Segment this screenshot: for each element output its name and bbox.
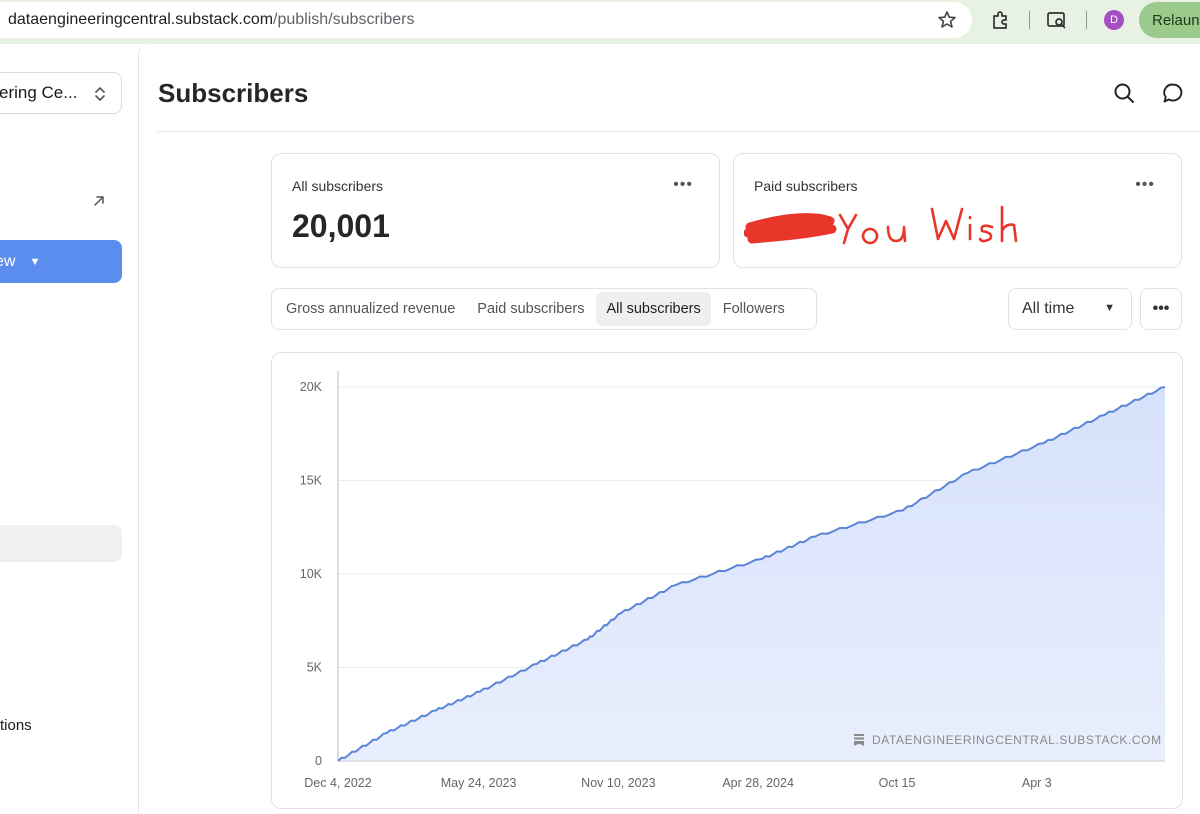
toolbar-separator <box>1029 11 1030 29</box>
external-link-icon[interactable] <box>92 194 106 208</box>
extensions-puzzle-icon[interactable] <box>990 9 1012 31</box>
watermark-text: DATAENGINEERINGCENTRAL.SUBSTACK.COM <box>872 733 1162 747</box>
all-subscribers-label: All subscribers <box>292 178 384 194</box>
publication-switcher[interactable]: ering Ce... <box>0 72 122 114</box>
tab-search-icon[interactable] <box>1046 9 1068 31</box>
sidebar-item-options[interactable]: tions <box>0 717 32 734</box>
profile-avatar[interactable]: D <box>1104 10 1124 30</box>
url-host: dataengineeringcentral.substack.com <box>8 11 274 28</box>
more-options-icon[interactable]: ••• <box>1135 176 1155 194</box>
caret-down-icon: ▼ <box>1104 302 1115 314</box>
tab-followers[interactable]: Followers <box>713 292 795 326</box>
sidebar: ering Ce... ew ▼ tions <box>0 44 138 814</box>
subscriber-chart-card: 0 5K 10K 15K 20K Dec 4, 2022 May 24, 2023 Nov 1… <box>271 352 1183 809</box>
caret-down-icon: ▼ <box>29 255 41 268</box>
all-subscribers-card: All subscribers ••• 20,001 <box>271 153 720 268</box>
tab-gross-annualized-revenue[interactable]: Gross annualized revenue <box>276 292 465 326</box>
paid-subscribers-card: Paid subscribers ••• <box>733 153 1182 268</box>
y-tick-label: 15K <box>300 474 323 488</box>
y-tick-label: 5K <box>307 661 323 675</box>
new-post-button[interactable]: ew ▼ <box>0 240 122 283</box>
x-tick-label: Apr 28, 2024 <box>722 776 794 790</box>
bookmark-star-icon[interactable] <box>937 10 957 30</box>
address-bar[interactable]: dataengineeringcentral.substack.com/publ… <box>0 2 972 38</box>
relaunch-button[interactable]: Relaunc <box>1139 2 1200 38</box>
tab-all-subscribers[interactable]: All subscribers <box>596 292 711 326</box>
x-tick-label: Apr 3 <box>1022 776 1052 790</box>
chart-more-button[interactable]: ••• <box>1140 288 1182 330</box>
handwritten-you-wish-scribble <box>744 205 1018 245</box>
all-subscribers-count: 20,001 <box>292 208 390 244</box>
x-tick-label: Nov 10, 2023 <box>581 776 655 790</box>
metric-tabs: Gross annualized revenue Paid subscriber… <box>271 288 817 330</box>
new-post-label: ew <box>0 252 16 270</box>
x-tick-label: May 24, 2023 <box>441 776 517 790</box>
browser-toolbar: dataengineeringcentral.substack.com/publ… <box>0 0 1200 44</box>
publication-name: ering Ce... <box>0 83 78 102</box>
url-path: /publish/subscribers <box>273 11 415 28</box>
tab-paid-subscribers[interactable]: Paid subscribers <box>467 292 594 326</box>
page-title: Subscribers <box>158 78 309 108</box>
toolbar-separator <box>1086 11 1087 29</box>
y-tick-label: 0 <box>315 754 322 768</box>
y-tick-label: 10K <box>300 567 323 581</box>
chevron-updown-icon <box>95 87 105 101</box>
substack-logo-icon <box>854 734 864 746</box>
x-tick-label: Dec 4, 2022 <box>304 776 371 790</box>
header-divider <box>157 131 1200 132</box>
chat-bubble-icon[interactable] <box>1162 82 1184 104</box>
paid-subscribers-label: Paid subscribers <box>754 178 858 194</box>
main-panel: Subscribers All subscribers ••• 20,001 P… <box>138 44 1200 814</box>
x-tick-label: Oct 15 <box>879 776 916 790</box>
more-options-icon[interactable]: ••• <box>673 176 693 194</box>
chart-watermark: DATAENGINEERINGCENTRAL.SUBSTACK.COM <box>854 733 1162 747</box>
sidebar-item-subscribers[interactable] <box>0 525 122 562</box>
y-tick-label: 20K <box>300 380 323 394</box>
search-icon[interactable] <box>1113 82 1135 104</box>
time-range-select[interactable]: All time ▼ <box>1008 288 1132 330</box>
time-range-value: All time <box>1022 300 1075 317</box>
